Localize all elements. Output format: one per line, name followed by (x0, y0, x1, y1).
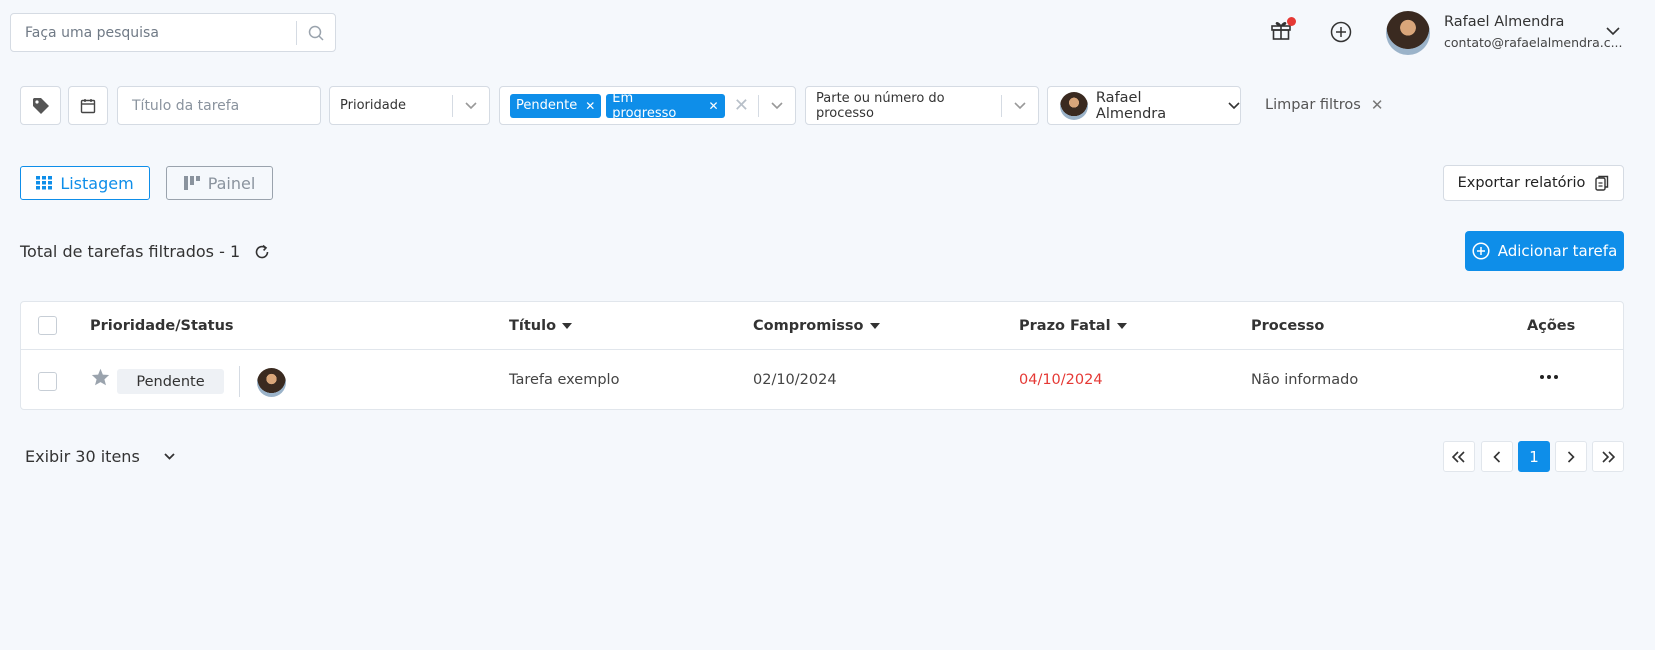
task-title-input[interactable]: Título da tarefa (117, 86, 321, 125)
search-icon[interactable] (297, 25, 335, 41)
remove-chip-icon[interactable]: ✕ (585, 99, 595, 113)
sort-icon (1116, 323, 1127, 329)
star-icon[interactable] (91, 368, 110, 386)
clear-filters-button[interactable]: Limpar filtros ✕ (1265, 96, 1383, 114)
priority-select-label: Prioridade (340, 98, 406, 113)
prev-page-button[interactable] (1481, 441, 1513, 472)
header-label: Prioridade/Status (90, 318, 234, 334)
date-filter-button[interactable] (68, 86, 108, 125)
responsible-avatar (1060, 91, 1088, 120)
chevron-down-icon[interactable] (759, 101, 795, 110)
status-select[interactable]: Pendente ✕ Em progresso ✕ ✕ (499, 86, 796, 125)
header-title[interactable]: Título (509, 318, 573, 334)
clear-select-icon[interactable]: ✕ (725, 95, 759, 116)
status-chip-label: Em progresso (612, 90, 677, 121)
header-priority-status: Prioridade/Status (90, 318, 234, 334)
list-view-label: Listagem (60, 173, 134, 193)
export-report-button[interactable]: Exportar relatório (1443, 165, 1624, 201)
header-label: Ações (1527, 318, 1576, 334)
status-chip-em-progresso[interactable]: Em progresso ✕ (606, 90, 725, 121)
items-per-page-label: Exibir 30 itens (25, 447, 140, 466)
chevron-down-icon[interactable] (453, 101, 489, 110)
user-name: Rafael Almendra (1444, 14, 1565, 30)
add-task-button[interactable]: Adicionar tarefa (1465, 231, 1624, 271)
responsible-name: Rafael Almendra (1095, 89, 1167, 122)
add-task-label: Adicionar tarefa (1497, 242, 1618, 260)
add-circle-icon[interactable] (1330, 21, 1352, 43)
tag-icon (32, 97, 50, 115)
add-circle-icon (1472, 242, 1490, 260)
chevron-down-icon[interactable] (1228, 101, 1240, 110)
commitment-date: 02/10/2024 (753, 372, 837, 388)
row-checkbox[interactable] (38, 372, 57, 391)
calendar-icon (80, 98, 96, 114)
panel-view-button[interactable]: Painel (166, 166, 273, 200)
items-per-page-select[interactable]: Exibir 30 itens (25, 447, 175, 466)
user-avatar[interactable] (1386, 11, 1430, 55)
clear-filters-label: Limpar filtros (1265, 97, 1361, 113)
task-title[interactable]: Tarefa exemplo (509, 372, 619, 388)
priority-select[interactable]: Prioridade (329, 86, 490, 125)
process-select[interactable]: Parte ou número do processo (805, 86, 1039, 125)
total-tasks: Total de tarefas filtrados - 1 (20, 242, 270, 261)
assignee-avatar (257, 368, 286, 397)
gift-icon[interactable] (1270, 17, 1296, 41)
refresh-icon[interactable] (254, 244, 270, 260)
header-deadline[interactable]: Prazo Fatal (1019, 318, 1127, 334)
header-process: Processo (1251, 318, 1324, 334)
process-value: Não informado (1251, 372, 1359, 388)
chevron-down-icon[interactable] (1606, 27, 1620, 36)
chevron-right-icon (1567, 450, 1575, 463)
export-label: Exportar relatório (1457, 175, 1586, 191)
chevron-down-icon[interactable] (1002, 101, 1038, 110)
remove-chip-icon[interactable]: ✕ (709, 99, 719, 113)
more-options-icon[interactable] (1540, 375, 1558, 379)
tag-filter-button[interactable] (20, 86, 61, 125)
header-commitment[interactable]: Compromisso (753, 318, 880, 334)
double-chevron-right-icon (1602, 450, 1615, 463)
double-chevron-left-icon (1452, 450, 1465, 463)
table-header: Prioridade/Status Título Compromisso Pra… (21, 302, 1623, 350)
search-input[interactable]: Faça uma pesquisa (11, 25, 296, 41)
header-label: Processo (1251, 318, 1325, 334)
status-chip-pendente[interactable]: Pendente ✕ (510, 93, 602, 118)
chevron-left-icon (1493, 450, 1501, 463)
last-page-button[interactable] (1592, 441, 1624, 472)
deadline-date: 04/10/2024 (1019, 372, 1103, 388)
status-chip-label: Pendente (516, 98, 578, 113)
user-email: contato@rafaelalmendra.c... (1444, 35, 1623, 50)
chevron-down-icon (164, 453, 175, 460)
header-label: Prazo Fatal (1019, 318, 1111, 334)
page-button-current[interactable]: 1 (1518, 441, 1550, 472)
document-icon (1595, 175, 1609, 191)
row-divider (239, 366, 240, 397)
process-select-label: Parte ou número do processo (816, 90, 945, 121)
kanban-icon (183, 176, 200, 190)
close-icon: ✕ (1370, 96, 1384, 114)
search-bar[interactable]: Faça uma pesquisa (10, 13, 336, 52)
sort-icon (562, 323, 573, 329)
responsible-select[interactable]: Rafael Almendra (1047, 86, 1241, 125)
header-label: Compromisso (753, 318, 864, 334)
tasks-table: Prioridade/Status Título Compromisso Pra… (20, 301, 1624, 410)
panel-view-label: Painel (207, 173, 256, 193)
header-actions: Ações (1527, 318, 1575, 334)
sort-icon (869, 323, 880, 329)
next-page-button[interactable] (1555, 441, 1587, 472)
first-page-button[interactable] (1443, 441, 1475, 472)
status-badge: Pendente (117, 369, 224, 394)
select-all-checkbox[interactable] (38, 316, 57, 335)
header-label: Título (509, 318, 557, 334)
grid-icon (36, 176, 53, 190)
list-view-button[interactable]: Listagem (20, 166, 150, 200)
notification-dot (1287, 17, 1296, 26)
total-tasks-label: Total de tarefas filtrados - 1 (20, 242, 241, 261)
